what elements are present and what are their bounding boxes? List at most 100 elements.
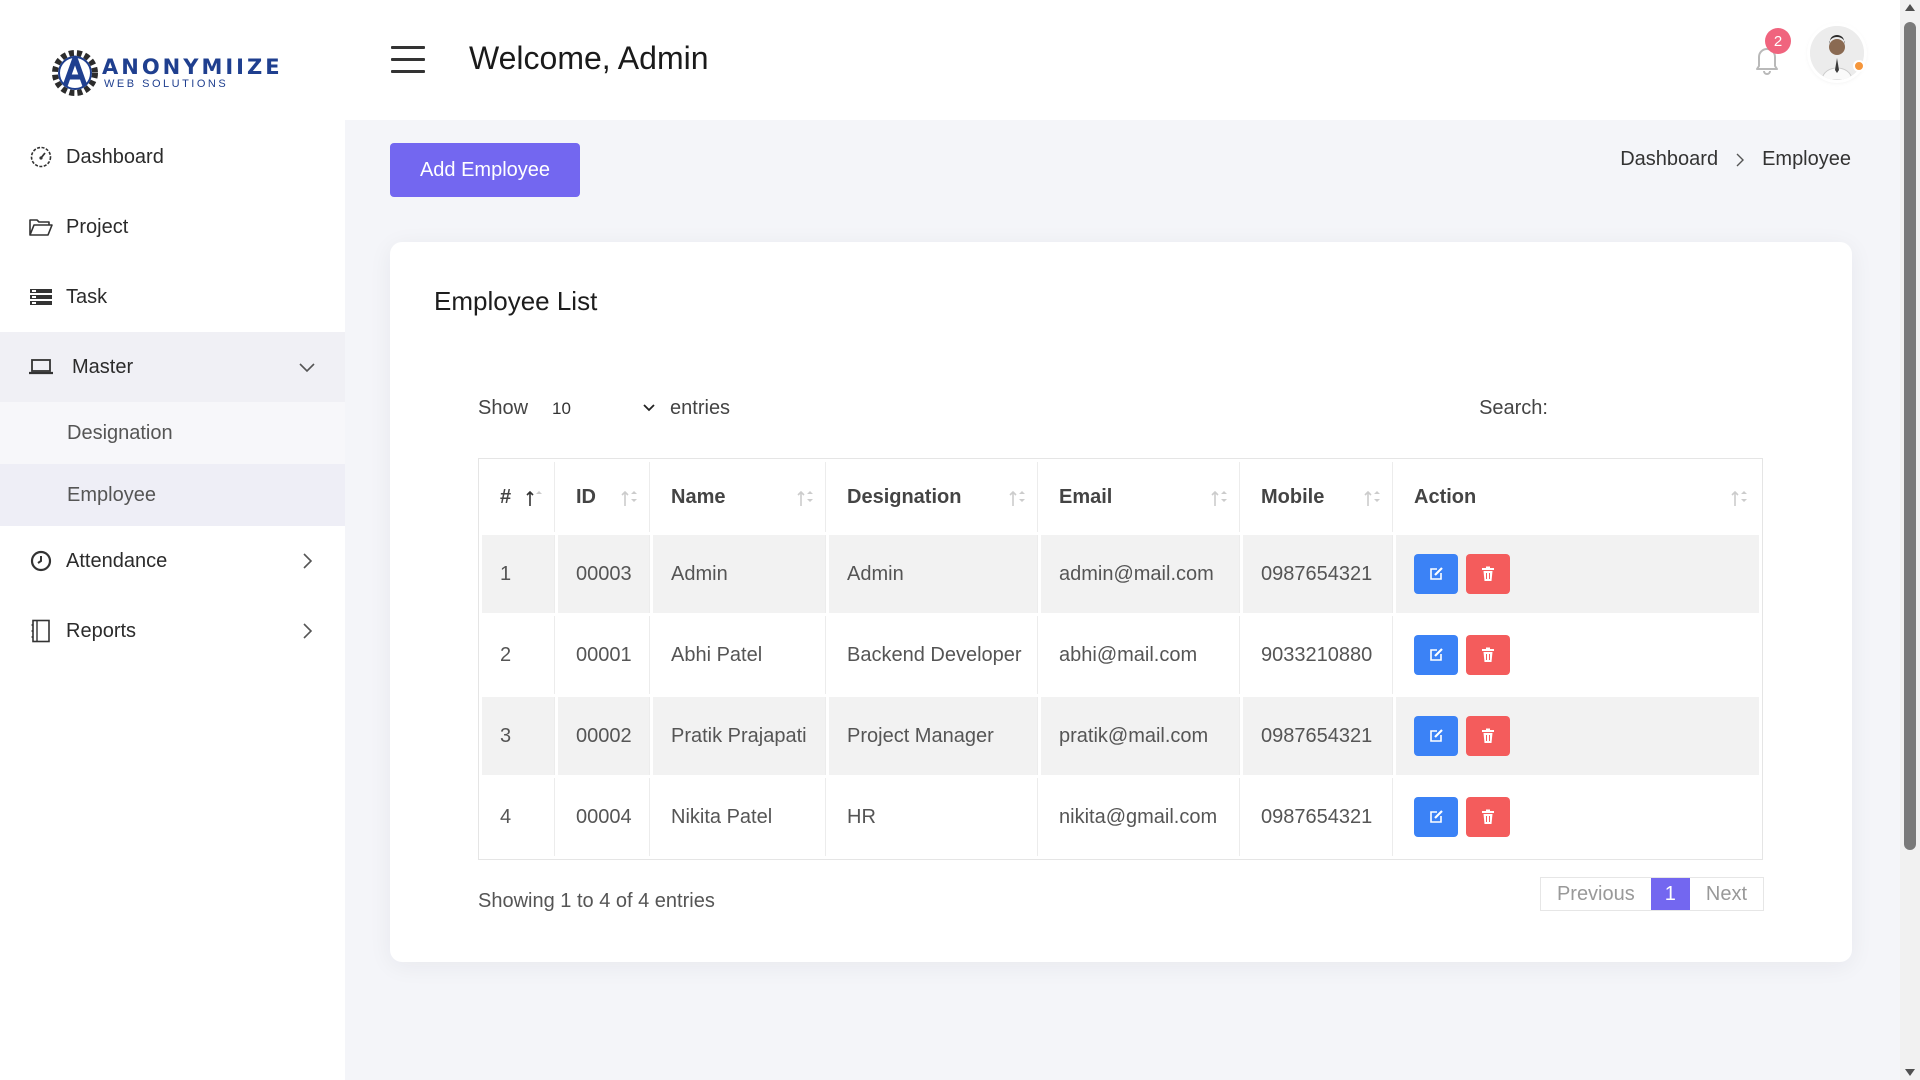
page-scrollbar[interactable] [1900,0,1920,1080]
add-employee-button[interactable]: Add Employee [390,143,580,197]
sidebar-item-attendance[interactable]: Attendance [0,526,345,596]
laptop-icon [28,354,54,380]
scroll-up-arrow-icon[interactable] [1905,4,1915,11]
cell-num: 1 [482,535,555,613]
sidebar-item-dashboard[interactable]: Dashboard [0,122,345,192]
cell-action [1396,697,1759,775]
column-header-id[interactable]: ID [558,462,650,532]
top-header: Welcome, Admin 2 [345,0,1900,120]
cell-email: nikita@gmail.com [1041,778,1240,856]
column-header-num[interactable]: # [482,462,555,532]
edit-icon [1430,810,1443,823]
brand-logo[interactable]: ANONYMIIZE WEB SOLUTIONS [48,46,283,100]
sort-icon [797,490,813,506]
sort-icon [1211,490,1227,506]
cell-name: Admin [653,535,826,613]
brand-name: ANONYMIIZE [102,54,283,79]
sidebar: ANONYMIIZE WEB SOLUTIONS Dashboard Proje… [0,0,345,1080]
table-row: 4 00004 Nikita Patel HR nikita@gmail.com… [482,778,1759,856]
previous-page-button[interactable]: Previous [1541,878,1651,910]
breadcrumb-dashboard-link[interactable]: Dashboard [1620,148,1718,171]
gear-logo-icon [52,50,98,96]
delete-button[interactable] [1466,716,1510,756]
cell-mobile: 0987654321 [1243,697,1393,775]
cell-name: Abhi Patel [653,616,826,694]
chevron-right-icon [303,623,313,639]
cell-email: admin@mail.com [1041,535,1240,613]
column-header-designation[interactable]: Designation [829,462,1038,532]
column-label: ID [576,485,596,508]
cell-action [1396,616,1759,694]
delete-button[interactable] [1466,797,1510,837]
edit-button[interactable] [1414,554,1458,594]
edit-icon [1430,567,1443,580]
cell-id: 00002 [558,697,650,775]
sidebar-item-label: Attendance [66,549,168,572]
column-header-action[interactable]: Action [1396,462,1759,532]
edit-icon [1430,648,1443,661]
trash-icon [1482,809,1494,824]
sort-icon [1009,490,1025,506]
cell-mobile: 0987654321 [1243,778,1393,856]
search-label: Search: [1479,396,1548,419]
trash-icon [1482,728,1494,743]
column-header-email[interactable]: Email [1041,462,1240,532]
search-input[interactable] [1558,390,1778,426]
entries-label: entries [670,396,731,419]
table-row: 1 00003 Admin Admin admin@mail.com 09876… [482,535,1759,613]
page-title: Welcome, Admin [469,40,709,76]
cell-num: 4 [482,778,555,856]
chevron-right-icon [1736,153,1745,166]
cell-action [1396,535,1759,613]
chevron-down-icon [299,363,315,373]
table-row: 2 00001 Abhi Patel Backend Developer abh… [482,616,1759,694]
edit-button[interactable] [1414,635,1458,675]
sort-icon [1731,490,1747,506]
delete-button[interactable] [1466,635,1510,675]
cell-email: pratik@mail.com [1041,697,1240,775]
table-search: Search: [1479,390,1778,426]
menu-toggle-icon[interactable] [391,46,425,74]
cell-num: 2 [482,616,555,694]
cell-designation: HR [829,778,1038,856]
folder-icon [28,214,54,240]
column-header-name[interactable]: Name [653,462,826,532]
sidebar-subitem-employee[interactable]: Employee [0,464,345,526]
sidebar-item-task[interactable]: Task [0,262,345,332]
edit-button[interactable] [1414,716,1458,756]
sort-icon [621,490,637,506]
cell-designation: Backend Developer [829,616,1038,694]
column-header-mobile[interactable]: Mobile [1243,462,1393,532]
page-1-button[interactable]: 1 [1650,878,1690,910]
employee-list-card: Employee List Show 10 entries Search: # … [390,242,1852,962]
clock-icon [28,548,54,574]
column-label: Action [1414,485,1477,508]
status-dot [1853,60,1865,72]
sidebar-item-project[interactable]: Project [0,192,345,262]
column-label: # [500,485,512,508]
entries-select[interactable]: 10 [542,390,661,426]
cell-designation: Admin [829,535,1038,613]
delete-button[interactable] [1466,554,1510,594]
edit-button[interactable] [1414,797,1458,837]
breadcrumb-current: Employee [1762,148,1851,170]
sidebar-subitem-designation[interactable]: Designation [0,402,345,464]
show-label: Show [478,396,529,419]
cell-action [1396,778,1759,856]
sidebar-item-master[interactable]: Master [0,332,345,402]
scroll-down-arrow-icon[interactable] [1905,1069,1915,1076]
next-page-button[interactable]: Next [1690,878,1763,910]
dashboard-gauge-icon [28,144,54,170]
avatar[interactable] [1810,26,1864,80]
cell-name: Nikita Patel [653,778,826,856]
scroll-thumb[interactable] [1904,22,1916,850]
sidebar-item-reports[interactable]: Reports [0,596,345,666]
trash-icon [1482,647,1494,662]
user-avatar-icon [1810,26,1864,80]
cell-email: abhi@mail.com [1041,616,1240,694]
brand-subtitle: WEB SOLUTIONS [104,77,229,90]
sidebar-item-label: Project [66,215,129,238]
sort-asc-icon [526,490,542,506]
table-row: 3 00002 Pratik Prajapati Project Manager… [482,697,1759,775]
sort-icon [1364,490,1380,506]
